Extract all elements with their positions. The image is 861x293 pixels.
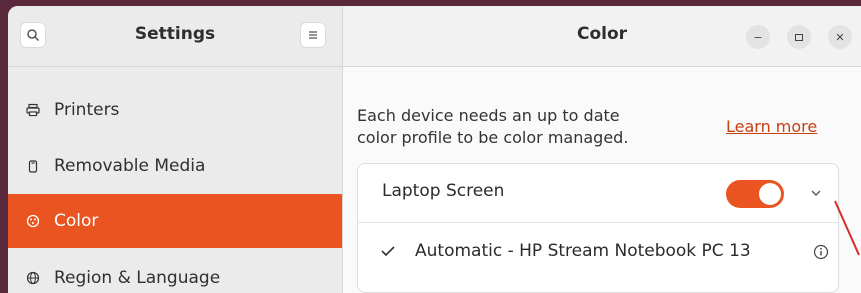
sidebar-item-color[interactable]: Color — [8, 194, 342, 248]
learn-more-link[interactable]: Learn more — [726, 117, 817, 136]
device-name: Laptop Screen — [382, 181, 505, 201]
info-icon[interactable] — [813, 244, 829, 260]
minimize-button[interactable]: − — [746, 25, 770, 49]
profile-name: Automatic - HP Stream Notebook PC 13 — [415, 241, 751, 261]
color-icon — [26, 214, 40, 228]
hamburger-icon — [309, 31, 317, 39]
settings-window: Settings Color − ✕ Printers Removable Me… — [8, 6, 861, 293]
annotation-arrow — [834, 200, 860, 256]
page-title: Color — [576, 24, 628, 44]
sidebar-item-label: Region & Language — [54, 268, 221, 288]
globe-icon — [26, 271, 40, 285]
sidebar-item-removable-media[interactable]: Removable Media — [8, 139, 342, 193]
removable-media-icon — [26, 159, 40, 173]
device-row[interactable]: Laptop Screen — [358, 164, 838, 223]
toggle-knob — [759, 183, 781, 205]
check-icon — [381, 246, 395, 257]
close-button[interactable]: ✕ — [828, 25, 852, 49]
sidebar-item-region-language[interactable]: Region & Language — [8, 251, 342, 293]
chevron-down-icon — [811, 190, 821, 196]
close-icon: ✕ — [835, 30, 845, 44]
main-content: Each device needs an up to date color pr… — [343, 67, 861, 293]
sidebar-item-label: Removable Media — [54, 156, 206, 176]
profile-row[interactable]: Automatic - HP Stream Notebook PC 13 — [358, 223, 838, 283]
main-header: Color − ✕ — [343, 6, 861, 67]
sidebar: Printers Removable Media Color Region & … — [8, 67, 343, 293]
device-toggle[interactable] — [726, 180, 784, 208]
description-text: Each device needs an up to date color pr… — [357, 106, 629, 147]
sidebar-item-label: Color — [54, 211, 99, 231]
maximize-button[interactable] — [787, 25, 811, 49]
menu-button[interactable] — [300, 22, 326, 48]
printer-icon — [26, 103, 40, 117]
minimize-icon: − — [753, 30, 763, 44]
sidebar-title: Settings — [134, 24, 216, 44]
maximize-icon — [795, 33, 803, 41]
sidebar-item-printers[interactable]: Printers — [8, 83, 342, 137]
sidebar-item-label: Printers — [54, 100, 120, 120]
expand-button[interactable] — [804, 178, 828, 208]
sidebar-header: Settings — [8, 6, 343, 67]
device-card: Laptop Screen Automatic - HP Stream Note… — [357, 163, 839, 293]
